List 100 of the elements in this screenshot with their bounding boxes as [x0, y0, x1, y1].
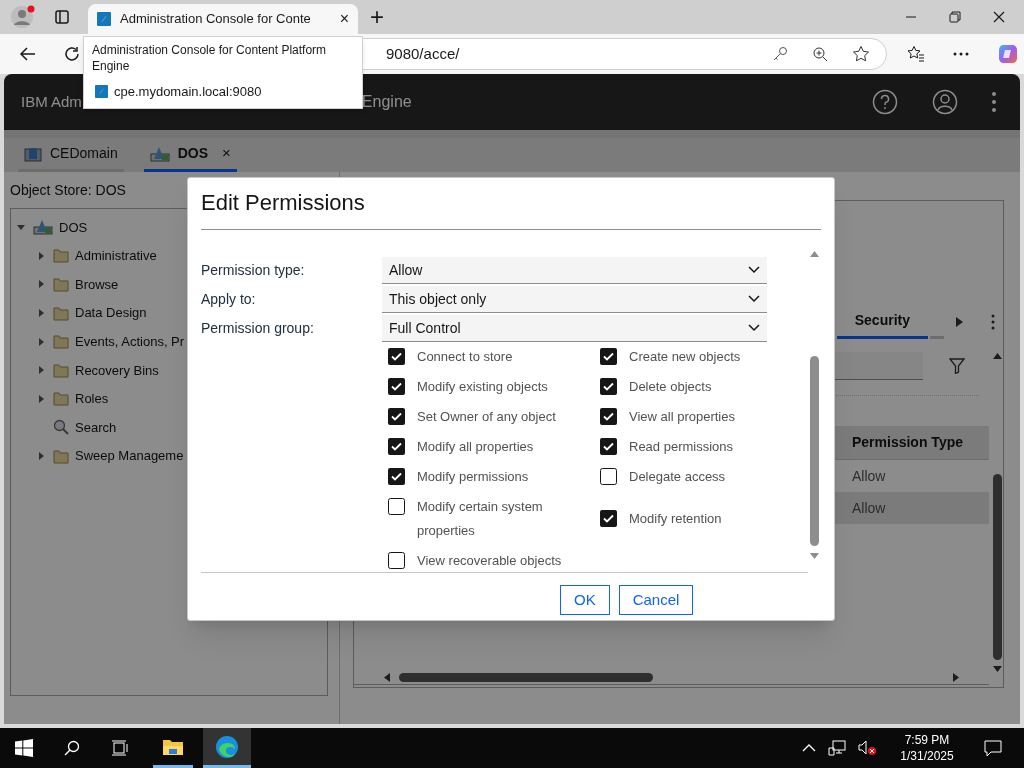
browser-tab[interactable]: Administration Console for Conte × [88, 4, 358, 34]
taskbar-app[interactable] [203, 728, 251, 768]
tree-item[interactable]: Administrative [75, 246, 157, 266]
checkbox[interactable] [388, 378, 405, 395]
kebab-menu-icon[interactable] [991, 314, 995, 330]
more-icon[interactable] [953, 52, 969, 56]
checkbox-label: View recoverable objects [417, 552, 562, 570]
column-header[interactable]: Permission Type [839, 432, 989, 453]
tree-item[interactable]: Sweep Manageme [75, 446, 184, 466]
checkbox-label: Read permissions [629, 438, 734, 456]
folder-icon [53, 362, 69, 378]
caret-right-icon[interactable] [37, 366, 45, 375]
caret-down-icon[interactable] [17, 223, 25, 232]
folder-icon [53, 448, 69, 464]
checkbox[interactable] [600, 348, 617, 365]
table-cell-text: Allow [851, 466, 887, 486]
new-tab-button[interactable]: + [370, 0, 384, 34]
scroll-down-icon[interactable] [809, 553, 819, 559]
caret-right-icon[interactable] [37, 309, 45, 318]
search-icon[interactable] [64, 740, 80, 756]
checkbox[interactable] [388, 468, 405, 485]
scroll-up-icon[interactable] [992, 353, 1002, 359]
chevron-up-icon[interactable] [802, 744, 816, 752]
field-label: Permission type: [201, 261, 306, 280]
tree-item[interactable]: Recovery Bins [75, 360, 159, 380]
checkbox[interactable] [388, 438, 405, 455]
checkbox[interactable] [388, 408, 405, 425]
back-arrow-icon[interactable] [19, 45, 37, 63]
chevron-down-icon [748, 324, 760, 332]
favorites-icon[interactable] [907, 45, 925, 63]
dropdown[interactable]: Allow [382, 257, 767, 284]
scroll-left-icon[interactable] [384, 673, 390, 682]
caret-right-icon[interactable] [37, 337, 45, 346]
user-icon[interactable] [932, 89, 958, 115]
filter-icon[interactable] [949, 358, 965, 374]
tree-item[interactable]: Data Design [75, 303, 147, 323]
checkbox[interactable] [388, 498, 405, 515]
scroll-down-icon[interactable] [992, 666, 1002, 672]
sidebar-icon[interactable] [55, 10, 69, 24]
checkbox[interactable] [388, 552, 405, 569]
checkbox-label: Delegate access [629, 468, 726, 486]
tree-item[interactable]: DOS [59, 217, 88, 238]
close-tab-button[interactable]: × [222, 142, 231, 165]
url-text: 9080/acce/ [386, 43, 460, 64]
dialog-button[interactable]: Cancel [618, 585, 694, 615]
copilot-logo-icon[interactable] [997, 43, 1019, 65]
table-cell-text: Allow [851, 498, 887, 518]
scrollbar-thumb[interactable] [992, 474, 1002, 660]
scrollbar-thumb[interactable] [399, 673, 653, 682]
caret-right-icon[interactable] [37, 280, 45, 289]
checkbox-label: Modify retention [629, 510, 722, 528]
checkbox[interactable] [600, 510, 617, 527]
scroll-right-icon[interactable] [956, 317, 963, 327]
caret-right-icon[interactable] [37, 394, 45, 403]
tree-item[interactable]: Browse [75, 274, 119, 295]
scrollbar-thumb[interactable] [809, 356, 819, 546]
tree-item[interactable]: Events, Actions, Pr [75, 331, 185, 352]
checkbox-label: Modify permissions [417, 468, 529, 486]
scroll-right-icon[interactable] [953, 673, 959, 682]
tree-item[interactable]: Search [75, 417, 117, 438]
object-store-icon [149, 145, 170, 162]
scroll-up-icon[interactable] [809, 251, 819, 257]
restore-icon[interactable] [948, 10, 962, 24]
chevron-down-icon [748, 266, 760, 274]
windows-logo-icon[interactable] [15, 739, 33, 757]
task-view-icon[interactable] [111, 740, 129, 756]
profile-avatar-icon[interactable] [10, 4, 36, 30]
checkbox-label: Modify existing objects [417, 378, 548, 396]
notification-icon[interactable] [984, 739, 1002, 757]
favicon-icon [95, 85, 108, 99]
caret-right-icon[interactable] [37, 251, 45, 260]
star-icon[interactable] [852, 45, 870, 63]
caret-right-icon[interactable] [37, 452, 45, 461]
close-icon[interactable] [992, 10, 1006, 24]
checkbox[interactable] [600, 438, 617, 455]
reload-icon[interactable] [63, 45, 81, 63]
clock[interactable]: 7:59 PM 1/31/2025 [896, 732, 958, 764]
favicon-icon [97, 12, 111, 26]
key-icon[interactable] [772, 46, 788, 62]
checkbox-label: Connect to store [417, 348, 513, 366]
dropdown[interactable]: This object only [382, 286, 767, 313]
zoom-in-icon[interactable] [812, 46, 828, 62]
field-label: Permission group: [201, 319, 315, 338]
chevron-down-icon [748, 295, 760, 303]
speaker-muted-icon[interactable] [858, 740, 876, 756]
tree-item[interactable]: Roles [75, 389, 109, 409]
dialog-title: Edit Permissions [201, 189, 366, 216]
help-icon[interactable] [872, 89, 898, 115]
checkbox[interactable] [600, 378, 617, 395]
checkbox[interactable] [388, 348, 405, 365]
close-tab-button[interactable]: × [339, 11, 349, 27]
dialog-button[interactable]: OK [560, 585, 610, 615]
network-icon[interactable] [828, 740, 846, 756]
checkbox[interactable] [600, 408, 617, 425]
checkbox[interactable] [600, 468, 617, 485]
dropdown[interactable]: Full Control [382, 315, 767, 342]
panel-title: Object Store: DOS [10, 181, 126, 200]
checkbox-label: View all properties [629, 408, 735, 426]
kebab-menu-icon[interactable] [992, 92, 996, 112]
object-store-icon [33, 219, 53, 236]
